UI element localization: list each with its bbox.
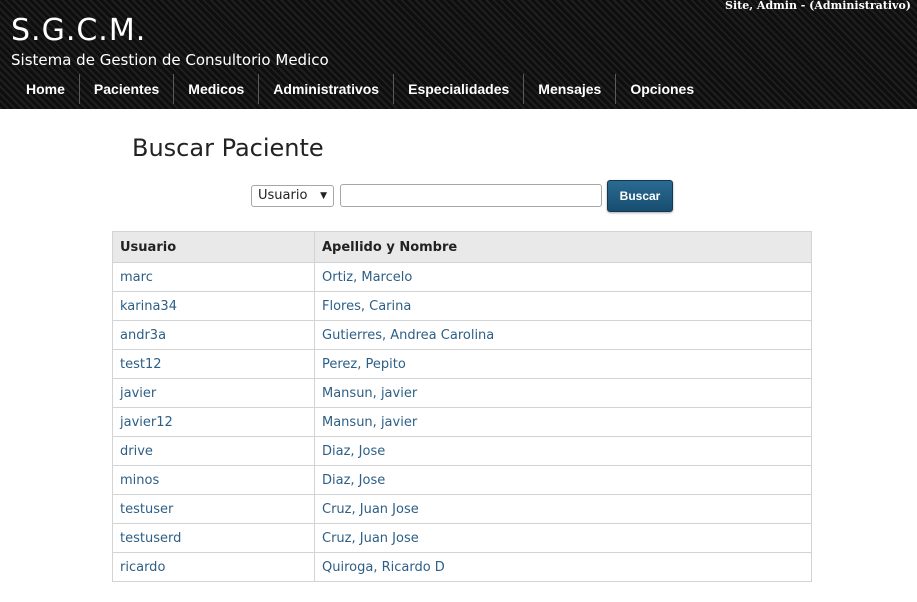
nombre-link[interactable]: Cruz, Juan Jose: [322, 531, 419, 546]
search-button[interactable]: Buscar: [607, 180, 673, 212]
cell-nombre: Quiroga, Ricardo D: [314, 552, 812, 582]
search-input[interactable]: [340, 184, 602, 207]
usuario-link[interactable]: javier: [120, 386, 156, 401]
app-logo[interactable]: S.G.C.M.: [11, 13, 146, 49]
cell-nombre: Mansun, javier: [314, 407, 812, 437]
table-row[interactable]: andr3a Gutierres, Andrea Carolina: [112, 320, 812, 350]
cell-usuario: test12: [112, 349, 315, 379]
nombre-link[interactable]: Gutierres, Andrea Carolina: [322, 328, 494, 343]
main-nav: Home Pacientes Medicos Administrativos E…: [12, 74, 708, 104]
nombre-link[interactable]: Perez, Pepito: [322, 357, 406, 372]
nav-item-home[interactable]: Home: [12, 74, 80, 104]
patients-table: Usuario Apellido y Nombre marc Ortiz, Ma…: [112, 231, 812, 582]
nav-item-administrativos[interactable]: Administrativos: [259, 74, 395, 104]
table-row[interactable]: drive Diaz, Jose: [112, 436, 812, 466]
cell-usuario: testuser: [112, 494, 315, 524]
table-row[interactable]: testuser Cruz, Juan Jose: [112, 494, 812, 524]
cell-usuario: andr3a: [112, 320, 315, 350]
cell-usuario: drive: [112, 436, 315, 466]
nombre-link[interactable]: Flores, Carina: [322, 299, 411, 314]
column-header-usuario[interactable]: Usuario: [112, 231, 315, 263]
cell-usuario: marc: [112, 262, 315, 292]
search-field-selected-value: Usuario: [258, 188, 308, 203]
table-row[interactable]: javier12 Mansun, javier: [112, 407, 812, 437]
table-row[interactable]: javier Mansun, javier: [112, 378, 812, 408]
cell-nombre: Perez, Pepito: [314, 349, 812, 379]
nav-item-medicos[interactable]: Medicos: [174, 74, 260, 104]
table-row[interactable]: marc Ortiz, Marcelo: [112, 262, 812, 292]
cell-nombre: Flores, Carina: [314, 291, 812, 321]
nav-item-opciones[interactable]: Opciones: [616, 74, 708, 104]
cell-nombre: Diaz, Jose: [314, 465, 812, 495]
cell-nombre: Gutierres, Andrea Carolina: [314, 320, 812, 350]
usuario-link[interactable]: karina34: [120, 299, 177, 314]
nav-item-pacientes[interactable]: Pacientes: [80, 74, 175, 104]
table-header-row: Usuario Apellido y Nombre: [112, 231, 812, 263]
cell-nombre: Mansun, javier: [314, 378, 812, 408]
usuario-link[interactable]: test12: [120, 357, 162, 372]
cell-usuario: javier12: [112, 407, 315, 437]
usuario-link[interactable]: marc: [120, 270, 153, 285]
cell-usuario: javier: [112, 378, 315, 408]
usuario-link[interactable]: drive: [120, 444, 153, 459]
nombre-link[interactable]: Ortiz, Marcelo: [322, 270, 412, 285]
cell-usuario: testuserd: [112, 523, 315, 553]
page-title: Buscar Paciente: [132, 134, 324, 162]
app-subtitle: Sistema de Gestion de Consultorio Medico: [11, 51, 329, 69]
nav-item-mensajes[interactable]: Mensajes: [524, 74, 617, 104]
nombre-link[interactable]: Mansun, javier: [322, 386, 417, 401]
logged-user-info[interactable]: Site, Admin - (Administrativo): [725, 0, 911, 12]
cell-usuario: karina34: [112, 291, 315, 321]
cell-nombre: Ortiz, Marcelo: [314, 262, 812, 292]
chevron-down-icon: ▼: [320, 191, 327, 201]
table-row[interactable]: ricardo Quiroga, Ricardo D: [112, 552, 812, 582]
nav-item-especialidades[interactable]: Especialidades: [394, 74, 525, 104]
usuario-link[interactable]: andr3a: [120, 328, 166, 343]
usuario-link[interactable]: javier12: [120, 415, 173, 430]
nombre-link[interactable]: Cruz, Juan Jose: [322, 502, 419, 517]
cell-nombre: Cruz, Juan Jose: [314, 494, 812, 524]
nombre-link[interactable]: Quiroga, Ricardo D: [322, 560, 445, 575]
cell-usuario: minos: [112, 465, 315, 495]
usuario-link[interactable]: testuserd: [120, 531, 181, 546]
cell-nombre: Diaz, Jose: [314, 436, 812, 466]
search-field-select[interactable]: Usuario ▼: [251, 185, 334, 207]
nombre-link[interactable]: Mansun, javier: [322, 415, 417, 430]
cell-nombre: Cruz, Juan Jose: [314, 523, 812, 553]
table-row[interactable]: test12 Perez, Pepito: [112, 349, 812, 379]
usuario-link[interactable]: minos: [120, 473, 159, 488]
nombre-link[interactable]: Diaz, Jose: [322, 444, 385, 459]
header-bar: Site, Admin - (Administrativo) S.G.C.M. …: [0, 0, 917, 109]
table-row[interactable]: testuserd Cruz, Juan Jose: [112, 523, 812, 553]
table-row[interactable]: karina34 Flores, Carina: [112, 291, 812, 321]
usuario-link[interactable]: testuser: [120, 502, 173, 517]
cell-usuario: ricardo: [112, 552, 315, 582]
usuario-link[interactable]: ricardo: [120, 560, 165, 575]
nombre-link[interactable]: Diaz, Jose: [322, 473, 385, 488]
column-header-nombre[interactable]: Apellido y Nombre: [314, 231, 812, 263]
table-row[interactable]: minos Diaz, Jose: [112, 465, 812, 495]
